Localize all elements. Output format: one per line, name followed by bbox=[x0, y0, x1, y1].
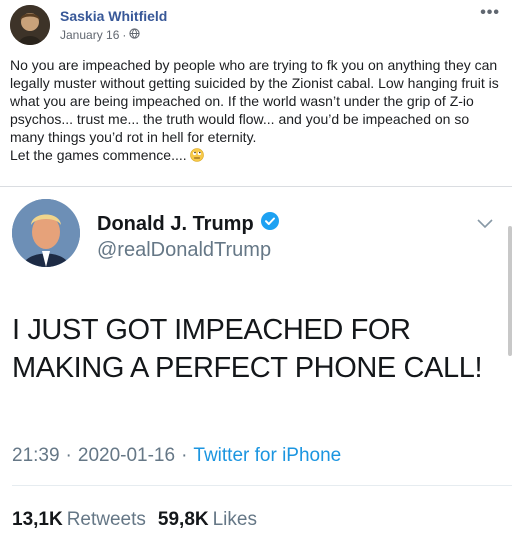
likes-count: 59,8K bbox=[157, 509, 209, 530]
tweet-author-handle[interactable]: @realDonaldTrump bbox=[97, 239, 271, 262]
globe-icon bbox=[129, 28, 141, 42]
meta-dot: · bbox=[65, 445, 72, 466]
embedded-tweet[interactable]: Donald J. Trump @realDonaldTrump I JUST … bbox=[0, 187, 512, 542]
post-author-name[interactable]: Saskia Whitfield bbox=[60, 8, 167, 24]
tweet-meta: 21:39 · 2020-01-16 · Twitter for iPhone bbox=[12, 445, 341, 467]
retweets-count: 13,1K bbox=[12, 509, 63, 530]
more-options-button[interactable]: ••• bbox=[480, 4, 500, 22]
tweet-time[interactable]: 21:39 bbox=[12, 445, 60, 467]
author-avatar[interactable] bbox=[10, 5, 50, 45]
post-meta: January 16 · bbox=[60, 28, 141, 42]
tweet-author-name-row: Donald J. Trump bbox=[97, 211, 280, 237]
tweet-source-link[interactable]: Twitter for iPhone bbox=[193, 445, 341, 467]
post-body-text: No you are impeached by people who are t… bbox=[10, 57, 499, 163]
tweet-date[interactable]: 2020-01-16 bbox=[78, 445, 175, 467]
tweet-divider bbox=[12, 485, 512, 486]
post-date[interactable]: January 16 bbox=[60, 28, 119, 42]
retweets-label: Retweets bbox=[66, 509, 146, 530]
scrollbar[interactable] bbox=[508, 226, 512, 356]
likes-stat[interactable]: 59,8K Likes bbox=[158, 509, 257, 531]
meta-dot: · bbox=[181, 445, 188, 466]
rolling-eyes-emoji bbox=[189, 148, 204, 162]
tweet-author-name[interactable]: Donald J. Trump bbox=[97, 213, 254, 236]
tweet-stats: 13,1K Retweets 59,8K Likes bbox=[12, 509, 257, 531]
chevron-down-icon[interactable] bbox=[476, 217, 494, 235]
likes-label: Likes bbox=[212, 509, 257, 530]
verified-badge-icon bbox=[260, 211, 280, 237]
tweet-text: I JUST GOT IMPEACHED FOR MAKING A PERFEC… bbox=[12, 314, 483, 384]
retweets-stat[interactable]: 13,1K Retweets bbox=[12, 509, 146, 531]
meta-dot: · bbox=[122, 28, 127, 42]
post-body: No you are impeached by people who are t… bbox=[10, 56, 506, 164]
facebook-post: Saskia Whitfield January 16 · ••• No you… bbox=[0, 0, 512, 186]
tweet-author-avatar[interactable] bbox=[12, 199, 80, 267]
